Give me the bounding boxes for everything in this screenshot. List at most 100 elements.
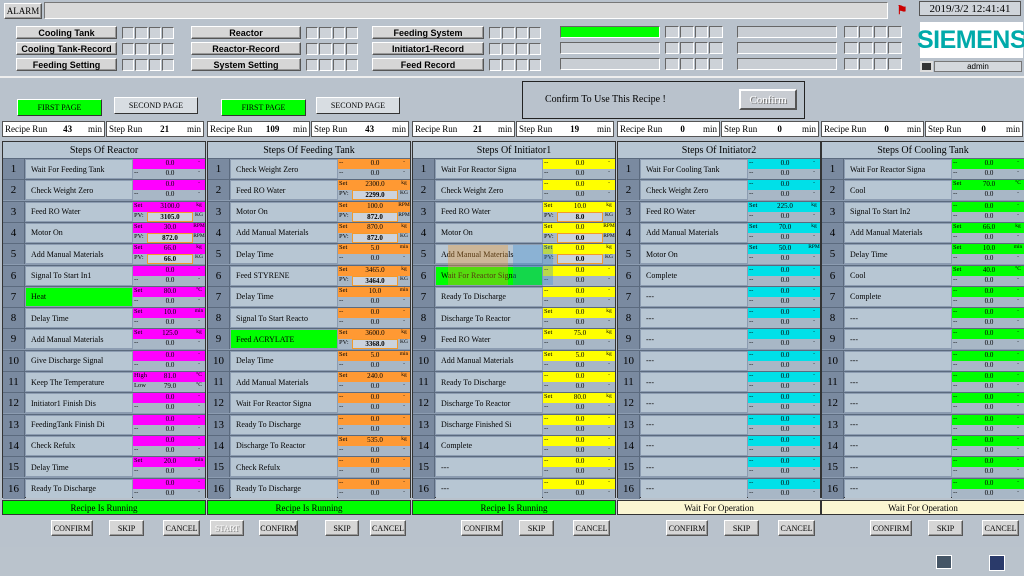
value-number[interactable]: 70.0: [762, 223, 808, 233]
step-name[interactable]: Delay Time: [26, 309, 132, 328]
confirm-button[interactable]: CONFIRM: [666, 520, 708, 536]
value-number[interactable]: 0.0: [966, 159, 1012, 169]
nav-button[interactable]: Cooling Tank: [16, 26, 117, 39]
step-name[interactable]: Add Manual Materials: [26, 245, 132, 264]
value-number[interactable]: 225.0: [762, 202, 808, 212]
value-number[interactable]: 0.0: [966, 436, 1012, 446]
confirm-recipe-button[interactable]: Confirm: [739, 89, 797, 110]
step-name[interactable]: ---: [641, 287, 747, 306]
alarm-indicator-icon[interactable]: ⚑: [895, 3, 909, 17]
nav-button[interactable]: Reactor-Record: [191, 42, 301, 55]
step-name[interactable]: Check Weight Zero: [26, 181, 132, 200]
skip-button[interactable]: SKIP: [928, 520, 963, 536]
step-name[interactable]: ---: [845, 436, 951, 455]
value-number[interactable]: 40.0: [966, 266, 1012, 276]
step-name[interactable]: Cool: [845, 266, 951, 285]
value-number[interactable]: 0.0: [966, 308, 1012, 318]
step-name[interactable]: Add Manual Materials: [436, 351, 542, 370]
step-name[interactable]: Motor On: [641, 245, 747, 264]
first-page-button[interactable]: FIRST PAGE: [17, 99, 102, 116]
step-name[interactable]: Wait For Cooling Tank: [641, 160, 747, 178]
step-name[interactable]: Add Manual Materials: [641, 223, 747, 242]
value-number[interactable]: 10.0: [557, 202, 603, 212]
nav-button[interactable]: Feeding Setting: [16, 58, 117, 71]
value-number[interactable]: 5.0: [557, 351, 603, 361]
value-number[interactable]: 535.0: [352, 436, 398, 446]
nav-button[interactable]: Initiator1-Record: [372, 42, 484, 55]
value-number[interactable]: 870.0: [352, 223, 398, 233]
value-number[interactable]: 0.0: [557, 180, 603, 190]
value-number[interactable]: 0.0: [762, 436, 808, 446]
step-name[interactable]: Add Manual Materials: [436, 245, 542, 264]
alarm-button[interactable]: ALARM: [4, 3, 42, 19]
step-name[interactable]: Complete: [436, 436, 542, 455]
value-number[interactable]: 0.0: [557, 223, 603, 233]
nav-button[interactable]: Cooling Tank-Record: [16, 42, 117, 55]
value-number[interactable]: 0.0: [557, 308, 603, 318]
value-number[interactable]: 0.0: [147, 479, 193, 489]
value-number[interactable]: 20.0: [147, 457, 193, 467]
value-number[interactable]: 0.0: [147, 351, 193, 361]
value-number[interactable]: 10.0: [352, 287, 398, 297]
value-number[interactable]: 81.0: [147, 372, 193, 382]
confirm-button[interactable]: CONFIRM: [870, 520, 912, 536]
nav-button[interactable]: Feed Record: [372, 58, 484, 71]
cancel-button[interactable]: CANCEL: [982, 520, 1019, 536]
step-name[interactable]: ---: [641, 415, 747, 434]
value-number[interactable]: 3600.0: [352, 329, 398, 339]
value-number[interactable]: 0.0: [966, 329, 1012, 339]
step-name[interactable]: Feed RO Water: [436, 202, 542, 221]
step-name[interactable]: ---: [641, 479, 747, 498]
value-number[interactable]: 0.0: [147, 180, 193, 190]
value-number[interactable]: 0.0: [557, 266, 603, 276]
value-number[interactable]: 5.0: [352, 244, 398, 254]
step-name[interactable]: Check Refulx: [231, 458, 337, 477]
cancel-button[interactable]: CANCEL: [573, 520, 610, 536]
step-name[interactable]: Give Discharge Signal: [26, 351, 132, 370]
step-name[interactable]: Feed RO Water: [231, 181, 337, 200]
skip-button[interactable]: SKIP: [519, 520, 554, 536]
value-number[interactable]: 0.0: [557, 479, 603, 489]
step-name[interactable]: Initiator1 Finish Dis: [26, 394, 132, 413]
step-name[interactable]: ---: [436, 458, 542, 477]
value-number[interactable]: 100.0: [352, 202, 398, 212]
step-name[interactable]: Signal To Start Reacto: [231, 309, 337, 328]
step-name[interactable]: Delay Time: [231, 287, 337, 306]
value-number[interactable]: 0.0: [762, 457, 808, 467]
value-number[interactable]: 0.0: [762, 180, 808, 190]
value-number[interactable]: 0.0: [762, 351, 808, 361]
skip-button[interactable]: SKIP: [724, 520, 759, 536]
step-name[interactable]: Check Weight Zero: [436, 181, 542, 200]
skip-button[interactable]: SKIP: [109, 520, 144, 536]
step-name[interactable]: Signal To Start In2: [845, 202, 951, 221]
step-name[interactable]: Feed STYRENE: [231, 266, 337, 285]
confirm-button[interactable]: CONFIRM: [51, 520, 93, 536]
value-number[interactable]: 0.0: [557, 372, 603, 382]
value-number[interactable]: 0.0: [762, 415, 808, 425]
step-name[interactable]: Check Weight Zero: [231, 160, 337, 178]
step-name[interactable]: Ready To Discharge: [26, 479, 132, 498]
value-number[interactable]: 5.0: [352, 351, 398, 361]
exit-icon[interactable]: [989, 555, 1005, 571]
value-number[interactable]: 30.0: [147, 223, 193, 233]
start-button[interactable]: START: [210, 520, 244, 536]
value-number[interactable]: 0.0: [557, 457, 603, 467]
second-page-button[interactable]: SECOND PAGE: [316, 97, 400, 114]
step-name[interactable]: Delay Time: [231, 245, 337, 264]
value-number[interactable]: 0.0: [352, 457, 398, 467]
step-name[interactable]: Ready To Discharge: [436, 373, 542, 391]
value-number[interactable]: 0.0: [966, 415, 1012, 425]
confirm-button[interactable]: CONFIRM: [259, 520, 298, 536]
step-name[interactable]: Keep The Temperature: [26, 373, 132, 391]
step-name[interactable]: Check Weight Zero: [641, 181, 747, 200]
value-number[interactable]: 0.0: [966, 393, 1012, 403]
step-name[interactable]: Signal To Start In1: [26, 266, 132, 285]
step-name[interactable]: ---: [845, 394, 951, 413]
value-number[interactable]: 80.0: [557, 393, 603, 403]
value-number[interactable]: 0.0: [966, 479, 1012, 489]
value-number[interactable]: 80.0: [147, 287, 193, 297]
value-number[interactable]: 2300.0: [352, 180, 398, 190]
skip-button[interactable]: SKIP: [325, 520, 359, 536]
step-name[interactable]: ---: [845, 309, 951, 328]
step-name[interactable]: Complete: [641, 266, 747, 285]
